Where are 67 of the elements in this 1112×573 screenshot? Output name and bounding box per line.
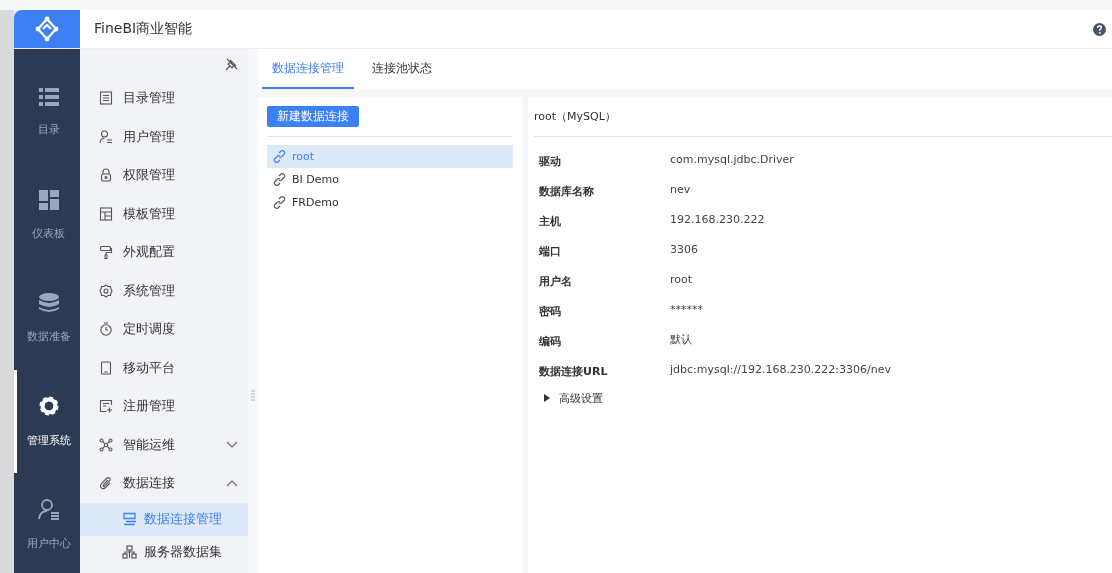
list-icon [38,88,59,106]
field-label: 数据连接URL [539,363,609,379]
server-icon [122,545,137,559]
chevron-down-icon [226,441,238,449]
field-value: root [670,272,693,286]
form-icon [99,399,113,414]
user-icon [37,498,60,520]
phone-icon [99,360,113,375]
connection-title: root（MySQL） [534,97,1112,137]
field-value: 192.168.230.222 [670,212,765,226]
menu-item[interactable]: 数据连接 [80,464,248,503]
link-icon [273,196,286,209]
resize-handle[interactable] [251,390,255,402]
field-label: 密码 [539,303,562,319]
roller-icon [99,245,113,260]
help-icon[interactable] [1093,22,1106,36]
dashboard-icon [38,190,59,210]
layout-icon [99,206,113,221]
triangle-right-icon [543,394,550,402]
field-value: ****** [670,302,703,316]
logo-tile[interactable] [14,10,80,48]
tab[interactable]: 连接池状态 [362,49,442,89]
new-connection-button[interactable]: 新建数据连接 [267,106,359,127]
connection-item[interactable]: FRDemo [267,191,513,214]
field-value: com.mysql.jdbc.Driver [670,152,794,166]
field-value: nev [670,182,691,196]
gear-icon [99,283,113,298]
gear-icon [37,395,60,417]
nav-item[interactable]: 数据准备 [14,267,80,370]
submenu-item[interactable]: 服务器数据集 [80,535,248,569]
menu-item[interactable]: 移动平台 [80,348,248,387]
menu-item[interactable]: 智能运维 [80,425,248,464]
menu-item[interactable]: 系统管理 [80,271,248,310]
menu-item[interactable]: 模板管理 [80,194,248,233]
menu-item[interactable]: 权限管理 [80,156,248,195]
network-icon [99,437,113,452]
field-label: 编码 [539,333,562,349]
advanced-settings-toggle[interactable]: 高级设置 [534,384,607,412]
menu-item[interactable]: 外观配置 [80,233,248,272]
tab[interactable]: 数据连接管理 [262,49,354,89]
connection-item[interactable]: BI Demo [267,168,513,191]
timer-icon [99,322,113,337]
menu-item[interactable]: 目录管理 [80,79,248,118]
field-label: 端口 [539,243,562,259]
nav-item[interactable]: 仪表板 [14,164,80,267]
document-icon [99,91,113,106]
field-value: 3306 [670,242,698,256]
lock-icon [99,168,113,183]
field-label: 用户名 [539,273,573,289]
field-label: 驱动 [539,153,562,169]
nav-item[interactable]: 用户中心 [14,473,80,573]
paperclip-icon [99,476,113,491]
field-label: 数据库名称 [539,183,595,199]
field-value: 默认 [670,331,692,347]
field-label: 主机 [539,213,562,229]
menu-item[interactable]: 用户管理 [80,117,248,156]
app-title: FineBI商业智能 [94,20,193,38]
menu-item[interactable]: 定时调度 [80,310,248,349]
chevron-up-icon [226,479,238,487]
user-icon [99,129,113,144]
nav-item[interactable]: 目录 [14,61,80,164]
field-value: jdbc:mysql://192.168.230.222:3306/nev [670,362,891,376]
menu-item[interactable]: 注册管理 [80,387,248,426]
database-icon [38,293,59,313]
link-icon [273,173,286,186]
link-icon [273,150,286,163]
logo-icon [34,16,60,42]
